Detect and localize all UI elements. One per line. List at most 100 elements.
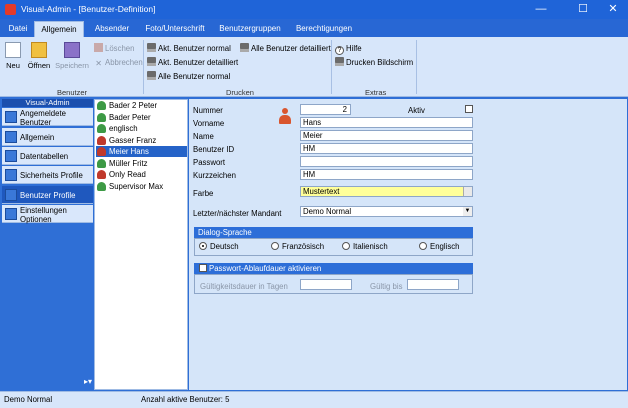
passwort-input[interactable] [300,156,473,167]
nav-item-einstellungen-optionen[interactable]: Einstellungen Optionen [2,205,93,224]
tab-allgemein[interactable]: Allgemein [34,21,84,37]
save-disk-icon [64,42,80,58]
cancel-x-icon: ✕ [95,59,102,68]
folder-icon [31,42,47,58]
cancel-button[interactable]: ✕ Abbrechen [94,57,143,69]
user-list-item-selected[interactable]: Meier Hans [96,146,187,157]
new-document-icon [5,42,21,58]
maximize-button[interactable]: ☐ [566,0,600,19]
security-icon [5,169,17,181]
tab-absender[interactable]: Absender [88,21,136,37]
nav-item-benutzer-profile[interactable]: Benutzer Profile [2,186,93,204]
farbe-input[interactable]: Mustertext [300,186,473,197]
radio-englisch[interactable] [419,242,427,250]
user-icon [97,113,106,122]
delete-button[interactable]: Löschen [94,43,134,55]
benutzer-id-input[interactable]: HM [300,143,473,154]
user-icon [97,159,106,168]
ribbon-separator [416,40,417,94]
printer-icon [147,43,156,52]
label-aktiv: Aktiv [408,106,425,115]
nav-item-angemeldete-benutzer[interactable]: Angemeldete Benutzer [2,108,93,127]
nav-item-datentabellen[interactable]: Datentabellen [2,147,93,165]
user-list-item[interactable]: Only Read [96,169,187,180]
label-nummer: Nummer [193,106,223,115]
app-icon [5,4,16,15]
nav-more-chevron-icon[interactable]: ▸▾ [84,377,92,386]
user-list-item[interactable]: Gasser Franz [96,135,187,146]
kurzzeichen-input[interactable]: HM [300,169,473,180]
print-all-normal-button[interactable]: Alle Benutzer normal [147,71,230,83]
radio-label-franzoesisch: Französisch [282,242,325,251]
printer-icon [335,57,344,66]
minimize-button[interactable]: — [524,0,558,19]
gueltig-bis-input[interactable] [407,279,459,290]
user-list-item[interactable]: Müller Fritz [96,158,187,169]
status-active-users: Anzahl aktive Benutzer: 5 [141,395,230,404]
nav-item-sicherheits-profile[interactable]: Sicherheits Profile [2,166,93,184]
user-icon [97,170,106,179]
label-mandant: Letzter/nächster Mandant [193,209,282,218]
user-icon [97,147,106,156]
help-button[interactable]: ? Hilfe [335,43,362,55]
user-list-item[interactable]: Supervisor Max [96,181,187,192]
print-current-detail-button[interactable]: Akt. Benutzer detailliert [147,57,238,69]
passwort-ablauf-header: Passwort-Ablaufdauer aktivieren [194,263,473,274]
radio-label-deutsch: Deutsch [210,242,239,251]
help-icon: ? [335,46,344,55]
user-icon [97,182,106,191]
label-vorname: Vorname [193,119,225,128]
user-list-item[interactable]: englisch [96,123,187,134]
printer-icon [240,43,249,52]
close-button[interactable]: ✕ [596,0,628,19]
radio-deutsch[interactable] [199,242,207,250]
ribbon-separator [331,40,332,94]
name-input[interactable]: Meier [300,130,473,141]
mandant-select[interactable]: Demo Normal [300,206,473,217]
label-kurzzeichen: Kurzzeichen [193,171,236,180]
user-list-item[interactable]: Bader Peter [96,112,187,123]
print-all-detail-button[interactable]: Alle Benutzer detailliert [240,43,331,55]
print-screen-button[interactable]: Drucken Bildschirm [335,57,413,69]
label-farbe: Farbe [193,189,214,198]
user-icon [97,124,106,133]
general-icon [5,131,17,143]
nav-item-allgemein[interactable]: Allgemein [2,128,93,146]
window-title: Visual-Admin - [Benutzer-Definition] [21,4,156,14]
users-icon [5,111,17,123]
delete-icon [94,43,103,52]
label-benutzer-id: Benutzer ID [193,145,235,154]
nummer-input[interactable]: 2 [300,104,351,115]
group-label-drucken: Drucken [226,88,254,97]
radio-label-englisch: Englisch [430,242,460,251]
chevron-down-icon[interactable]: ▼ [463,207,472,216]
label-passwort: Passwort [193,158,226,167]
group-label-benutzer: Benutzer [57,88,88,97]
radio-italienisch[interactable] [342,242,350,250]
printer-icon [147,71,156,80]
label-gueltigkeitsdauer: Gültigkeitsdauer in Tagen [200,282,288,291]
user-icon [97,101,106,110]
new-button[interactable]: Neu [3,42,23,76]
user-list-item[interactable]: Bader 2 Peter [96,100,187,111]
settings-icon [5,208,17,220]
vorname-input[interactable]: Hans [300,117,473,128]
passwort-ablauf-checkbox[interactable] [199,264,207,272]
table-icon [5,150,17,162]
user-icon [97,136,106,145]
gueltigkeitsdauer-input[interactable] [300,279,352,290]
ribbon-separator [143,40,144,94]
printer-icon [147,57,156,66]
tab-berechtigungen[interactable]: Berechtigungen [290,21,358,37]
tab-datei[interactable]: Datei [4,21,32,37]
dialog-sprache-header: Dialog-Sprache [194,227,473,238]
tab-benutzergruppen[interactable]: Benutzergruppen [214,21,286,37]
radio-label-italienisch: Italienisch [353,242,388,251]
color-picker-icon[interactable] [463,187,472,196]
open-button[interactable]: Öffnen [26,42,52,76]
print-current-normal-button[interactable]: Akt. Benutzer normal [147,43,231,55]
save-button[interactable]: Speichern [53,42,91,76]
aktiv-checkbox[interactable] [465,105,473,113]
tab-foto-unterschrift[interactable]: Foto/Unterschrift [140,21,210,37]
radio-franzoesisch[interactable] [271,242,279,250]
